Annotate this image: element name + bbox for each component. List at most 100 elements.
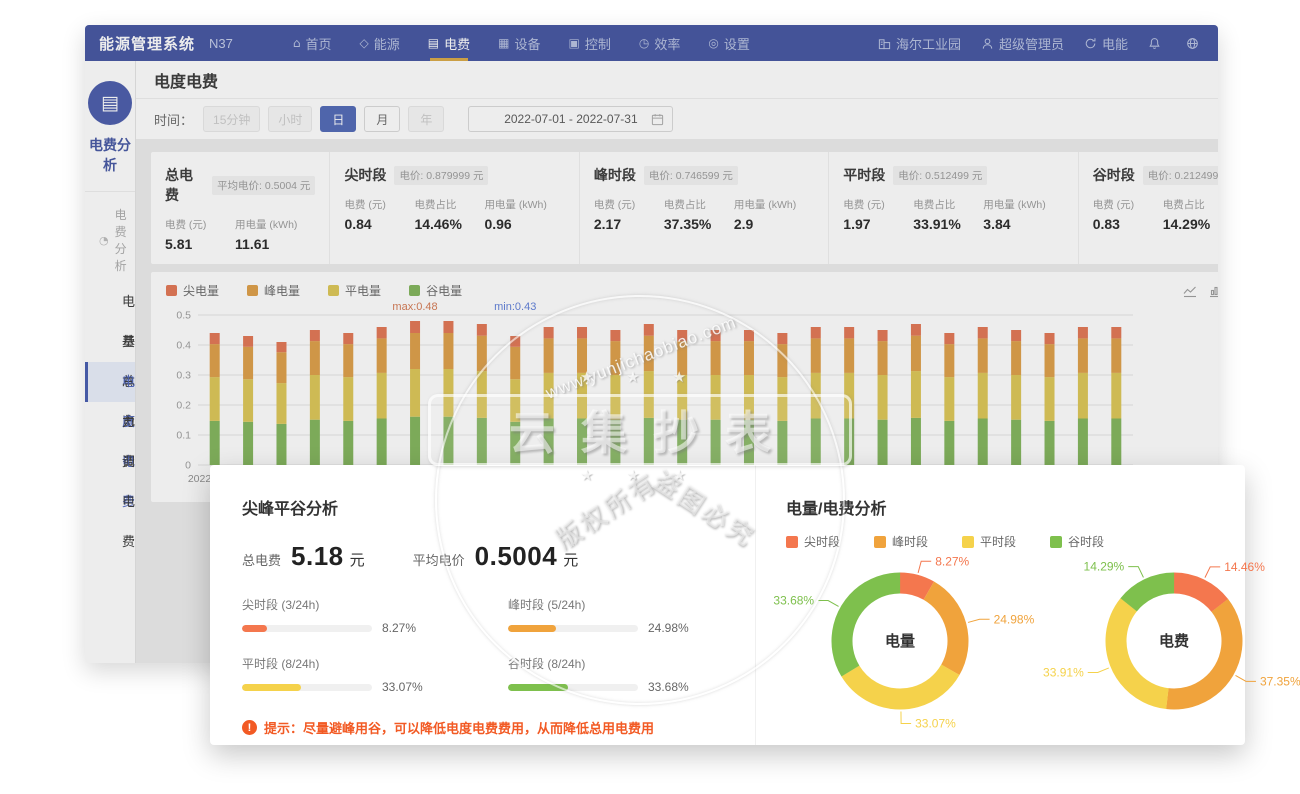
page-header: 电度电费: [136, 61, 1218, 99]
stat-metric-value: 3.84: [983, 216, 1045, 232]
sidebar: ▤ 电费分析 ◔ 电费分析 电费总览基本电费电度电费力调电费: [85, 61, 136, 663]
electricity-fee-icon: ▤: [428, 36, 439, 50]
stat-card-sharp: 尖时段电价: 0.879999 元电费 (元)0.84电费占比14.46%用电量…: [330, 152, 579, 264]
svg-text:max:0.48: max:0.48: [392, 301, 437, 313]
stat-metric-label: 用电量 (kWh): [983, 197, 1045, 212]
nav-right-lang[interactable]: [1186, 37, 1204, 50]
nav-item-device[interactable]: ▦设备: [484, 25, 554, 61]
nav-right-admin[interactable]: 超级管理员: [981, 34, 1064, 53]
progress-grid: 尖时段 (3/24h)8.27%峰时段 (5/24h)24.98%平时段 (8/…: [242, 596, 731, 694]
legend-item-尖电量[interactable]: 尖电量: [166, 282, 219, 299]
stat-metric: 电费 (元)5.81: [165, 217, 217, 252]
analysis-totals: 总电费 5.18 元 平均电价 0.5004 元: [242, 541, 731, 572]
stat-card-head: 峰时段电价: 0.746599 元: [594, 165, 814, 185]
nav-item-efficiency[interactable]: ◷效率: [625, 25, 695, 61]
nav-item-label: 首页: [306, 34, 332, 53]
legend-swatch: [328, 285, 339, 296]
stat-metric: 电费 (元)0.84: [344, 197, 396, 232]
filter-btn-month[interactable]: 月: [364, 106, 400, 132]
nav-right-notice[interactable]: [1148, 37, 1166, 50]
calendar-icon: [651, 113, 664, 126]
stat-card-peak: 峰时段电价: 0.746599 元电费 (元)2.17电费占比37.35%用电量…: [580, 152, 829, 264]
svg-text:0.5: 0.5: [176, 310, 191, 322]
progress-fill: [508, 684, 568, 691]
total-fee-value: 5.18: [291, 541, 344, 572]
stat-card-head: 总电费平均电价: 0.5004 元: [165, 165, 315, 205]
stat-metric: 用电量 (kWh)11.61: [235, 217, 297, 252]
avg-price-unit: 元: [563, 549, 578, 570]
stat-card-title: 总电费: [165, 165, 204, 205]
stat-metric: 电费 (元)1.97: [843, 197, 895, 232]
progress-value: 8.27%: [382, 621, 416, 635]
svg-text:14.46%: 14.46%: [1224, 560, 1265, 574]
nav-item-fee[interactable]: ▤电费: [414, 25, 484, 61]
legend-item-谷电量[interactable]: 谷电量: [409, 282, 462, 299]
efficiency-icon: ◷: [639, 36, 649, 50]
refresh-icon: [1084, 37, 1097, 50]
settings-icon: ◎: [708, 36, 718, 50]
progress-value: 33.68%: [648, 680, 689, 694]
globe-icon: [1186, 37, 1199, 50]
nav-item-control[interactable]: ▣控制: [554, 25, 624, 61]
nav-item-home[interactable]: ⌂ 首页: [279, 25, 346, 61]
stat-metric-label: 电费 (元): [594, 197, 646, 212]
legend-item-平电量[interactable]: 平电量: [328, 282, 381, 299]
device-icon: ▦: [498, 36, 509, 50]
nav-right-power[interactable]: 电能: [1084, 34, 1128, 53]
svg-text:min:0.43: min:0.43: [494, 301, 536, 313]
env-tag: N37: [209, 36, 233, 51]
stat-metric-label: 电费 (元): [843, 197, 895, 212]
stat-card-head: 尖时段电价: 0.879999 元: [344, 165, 564, 185]
filter-btn-day[interactable]: 日: [320, 106, 356, 132]
progress-row: 33.68%: [508, 680, 748, 694]
donut-chart-svg: 14.46%37.35%33.91%14.29%电费: [1024, 537, 1300, 749]
svg-text:33.91%: 33.91%: [1043, 665, 1084, 679]
control-icon: ▣: [568, 36, 579, 50]
svg-text:电量: 电量: [885, 632, 915, 650]
stat-metric-value: 2.17: [594, 216, 646, 232]
stat-metric-label: 电费占比: [913, 197, 965, 212]
stat-card-price-badge: 电价: 0.512499 元: [893, 166, 987, 185]
legend-label: 平电量: [345, 282, 381, 299]
sidebar-item-basic[interactable]: 基本电费: [85, 322, 135, 362]
sidebar-item-overview[interactable]: 电费总览: [85, 282, 135, 322]
progress-label: 峰时段 (5/24h): [508, 596, 748, 613]
legend-swatch: [409, 285, 420, 296]
app-brand: 能源管理系统: [99, 33, 195, 54]
legend-item-峰电量[interactable]: 峰电量: [247, 282, 300, 299]
stat-metric-value: 14.46%: [414, 216, 466, 232]
stat-metric-label: 电费 (元): [344, 197, 396, 212]
stat-card-price-badge: 平均电价: 0.5004 元: [212, 176, 315, 195]
legend-swatch: [166, 285, 177, 296]
home-icon: ⌂: [293, 36, 301, 50]
stat-card-title: 峰时段: [594, 165, 636, 185]
line-chart-icon[interactable]: [1183, 284, 1197, 298]
progress-row: 33.07%: [242, 680, 482, 694]
sidebar-title: 电费分析: [85, 135, 135, 175]
progress-label: 尖时段 (3/24h): [242, 596, 482, 613]
nav-right-label: 超级管理员: [999, 34, 1064, 53]
bar-chart-icon[interactable]: [1209, 284, 1218, 298]
svg-text:电费: 电费: [1159, 632, 1189, 650]
nav-item-energy[interactable]: ◇能源: [346, 25, 414, 61]
progress-label: 谷时段 (8/24h): [508, 655, 748, 672]
stat-metric-label: 电费占比: [664, 197, 716, 212]
nav-item-settings[interactable]: ◎设置: [694, 25, 764, 61]
stat-metric-value: 0.83: [1093, 216, 1145, 232]
energy-fee-analysis-card: 电量/电费分析 尖时段峰时段平时段谷时段 8.27%24.98%33.07%33…: [755, 465, 1245, 745]
sidebar-item-power-factor[interactable]: 力调电费: [85, 402, 135, 442]
analysis-popup: 尖峰平谷分析 总电费 5.18 元 平均电价 0.5004 元 尖时段 (3/2…: [210, 465, 1245, 745]
nav-right-park[interactable]: 海尔工业园: [878, 34, 961, 53]
date-range-picker[interactable]: 2022-07-01 - 2022-07-31: [468, 106, 673, 132]
building-icon: [878, 37, 891, 50]
nav-right-label: 电能: [1102, 34, 1128, 53]
sidebar-item-degree[interactable]: 电度电费: [85, 362, 135, 402]
top-navbar: 能源管理系统 N37 ⌂ 首页 ◇能源▤电费▦设备▣控制◷效率◎设置 海尔工业园 超级…: [85, 25, 1218, 61]
progress-fill: [508, 625, 556, 632]
sidebar-section-label: 电费分析: [115, 206, 135, 274]
alert-icon: !: [242, 720, 257, 735]
progress-row: 24.98%: [508, 621, 748, 635]
progress-fill: [242, 684, 301, 691]
stat-metric: 电费占比14.46%: [414, 197, 466, 232]
peak-valley-analysis-card: 尖峰平谷分析 总电费 5.18 元 平均电价 0.5004 元 尖时段 (3/2…: [210, 465, 755, 745]
